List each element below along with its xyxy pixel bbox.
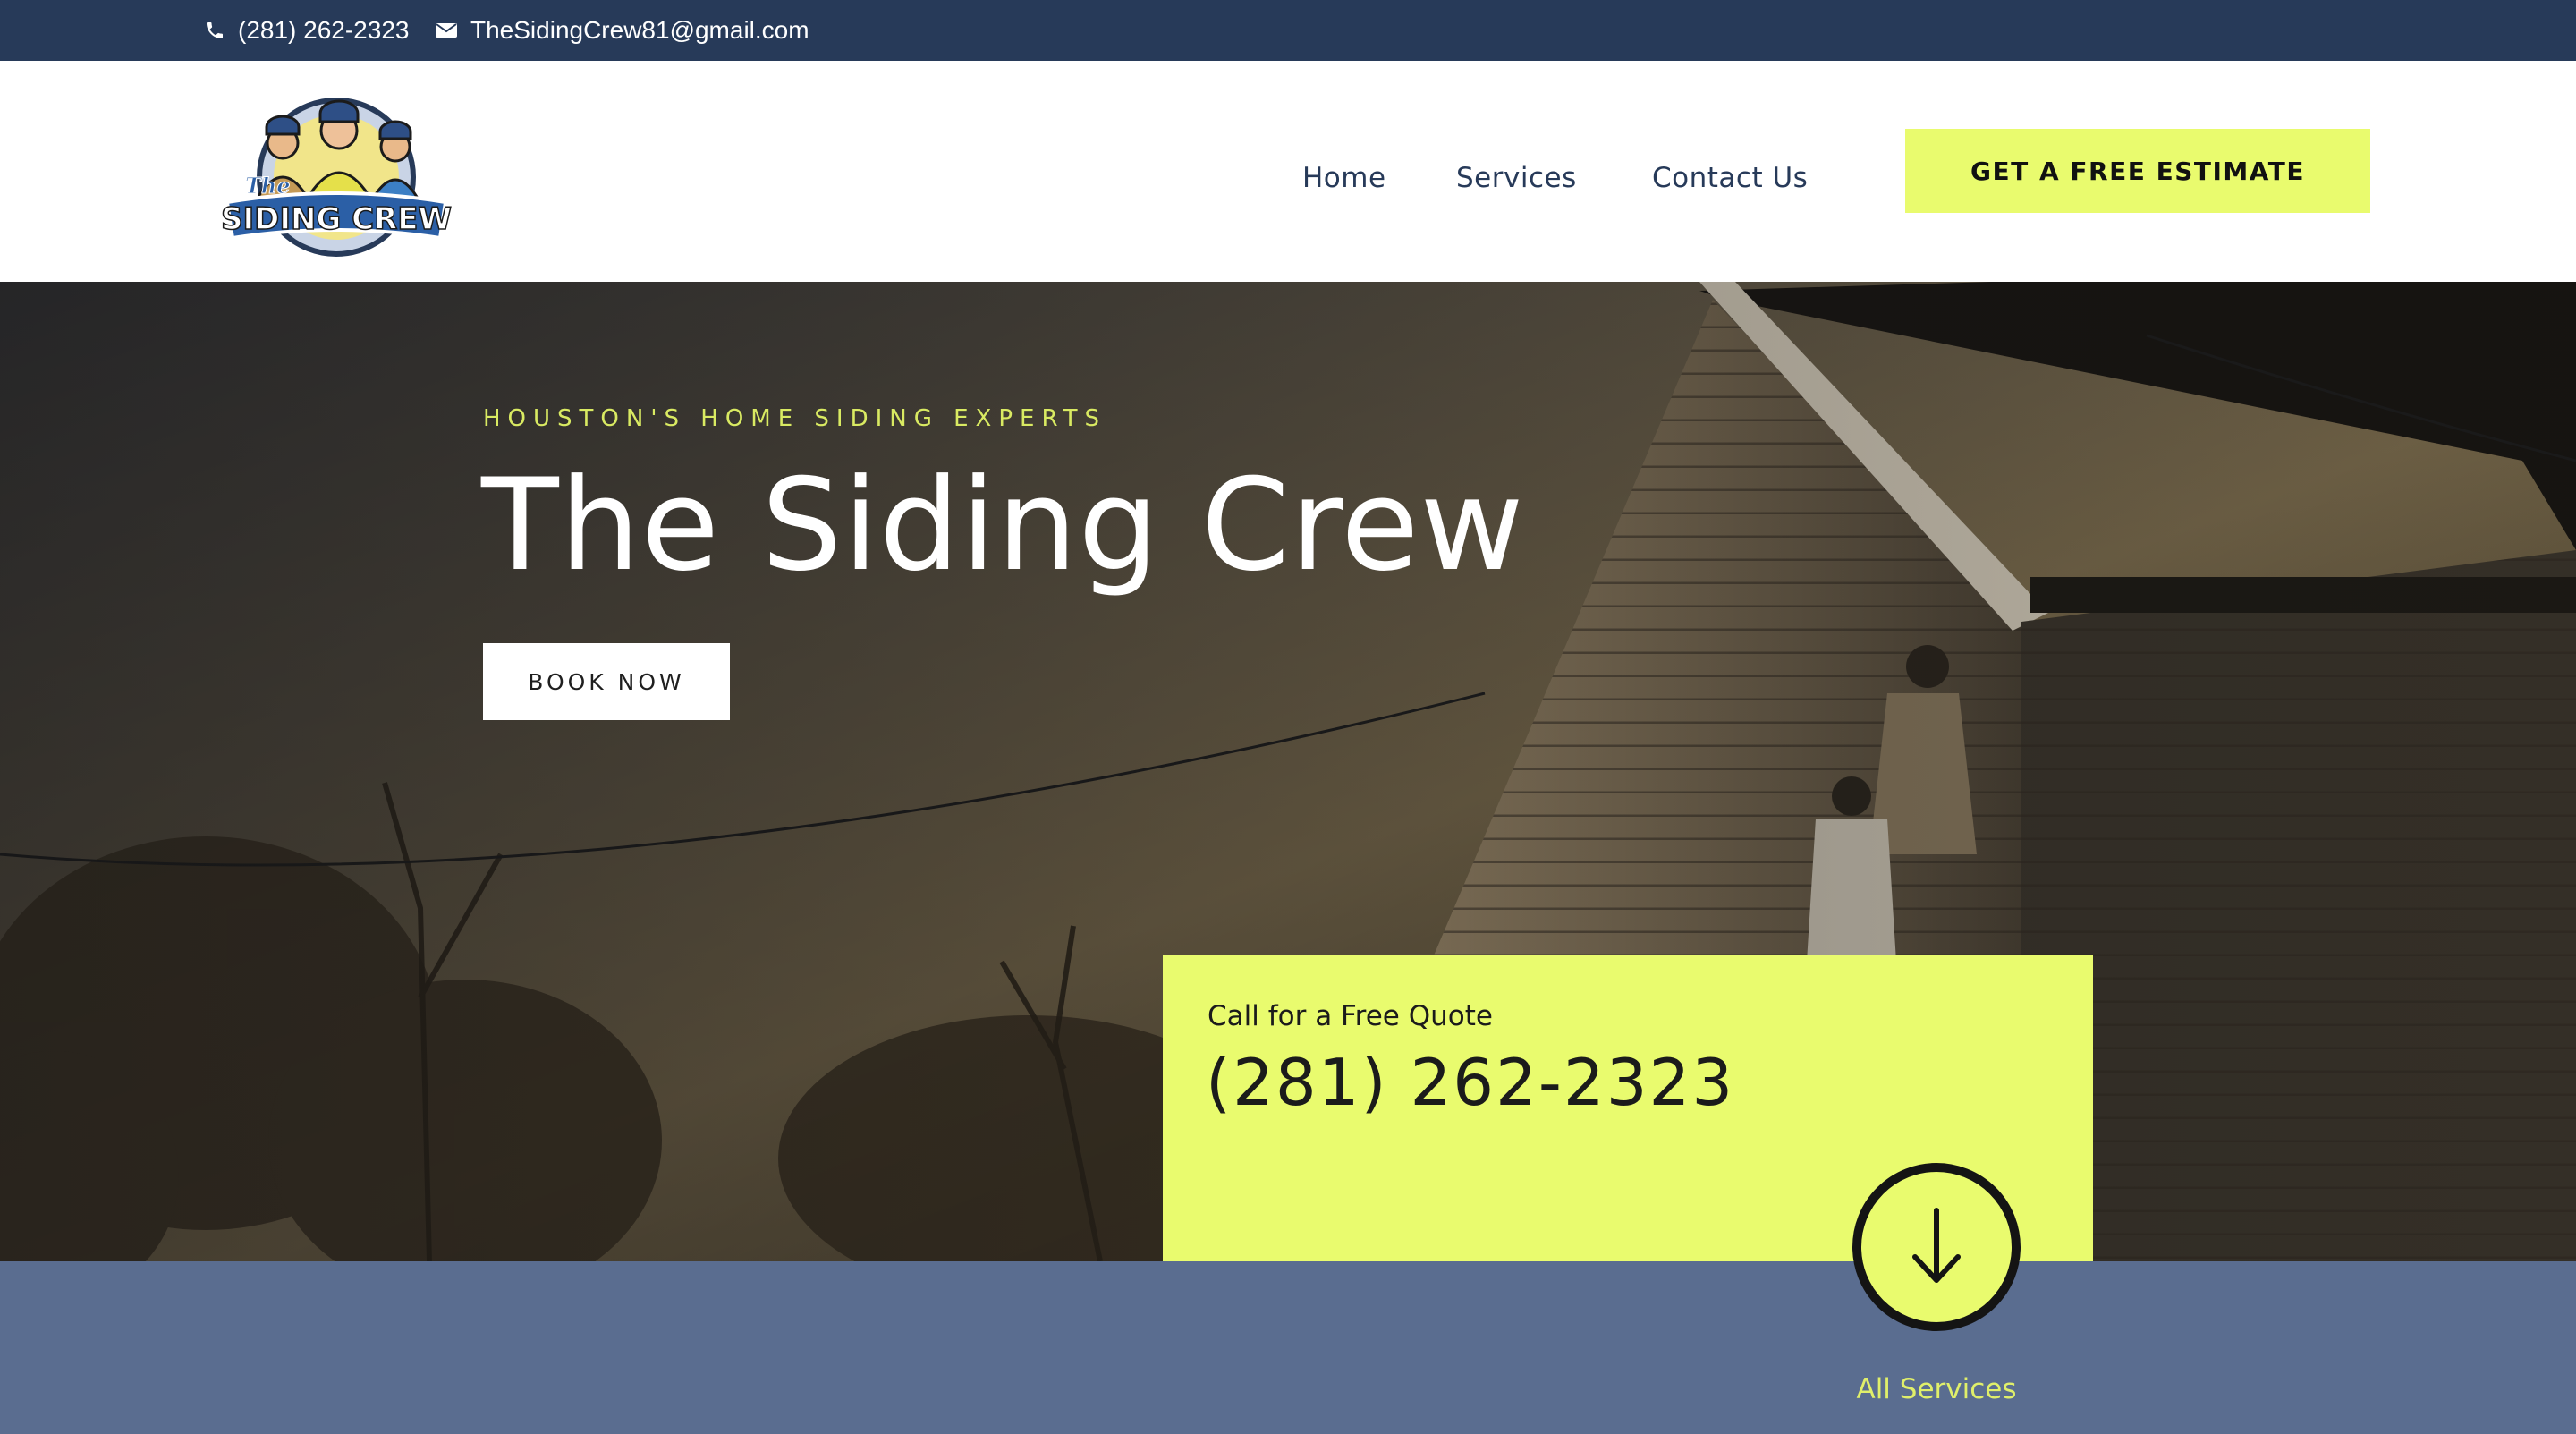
topbar-email-text: TheSidingCrew81@gmail.com <box>470 16 809 44</box>
all-services-link[interactable]: All Services <box>1834 1373 2039 1405</box>
topbar-phone-link[interactable]: (281) 262-2323 <box>204 0 409 61</box>
services-band <box>0 1261 2576 1434</box>
book-now-button[interactable]: BOOK NOW <box>483 643 730 720</box>
site-logo[interactable]: The SIDING CREW <box>220 97 453 258</box>
scroll-to-services-button[interactable] <box>1852 1163 2021 1331</box>
arrow-down-icon <box>1912 1208 1961 1283</box>
email-icon <box>436 23 457 38</box>
nav-services[interactable]: Services <box>1456 156 1577 200</box>
quote-label: Call for a Free Quote <box>1208 1000 1493 1032</box>
hero-eyebrow: HOUSTON'S HOME SIDING EXPERTS <box>483 405 1107 432</box>
get-free-estimate-button[interactable]: GET A FREE ESTIMATE <box>1905 129 2370 213</box>
hero-title: The Siding Crew <box>481 452 1525 599</box>
top-contact-bar: (281) 262-2323 TheSidingCrew81@gmail.com <box>0 0 2576 61</box>
topbar-phone-text: (281) 262-2323 <box>238 16 410 44</box>
nav-home[interactable]: Home <box>1302 156 1386 200</box>
nav-contact-us[interactable]: Contact Us <box>1652 156 1808 200</box>
topbar-email-link[interactable]: TheSidingCrew81@gmail.com <box>435 0 809 61</box>
svg-text:SIDING CREW: SIDING CREW <box>221 201 452 237</box>
svg-text:The: The <box>245 173 291 199</box>
phone-icon <box>207 22 223 38</box>
siding-crew-logo-image: The SIDING CREW <box>220 98 453 257</box>
quote-phone-link[interactable]: (281) 262-2323 <box>1206 1045 1734 1120</box>
